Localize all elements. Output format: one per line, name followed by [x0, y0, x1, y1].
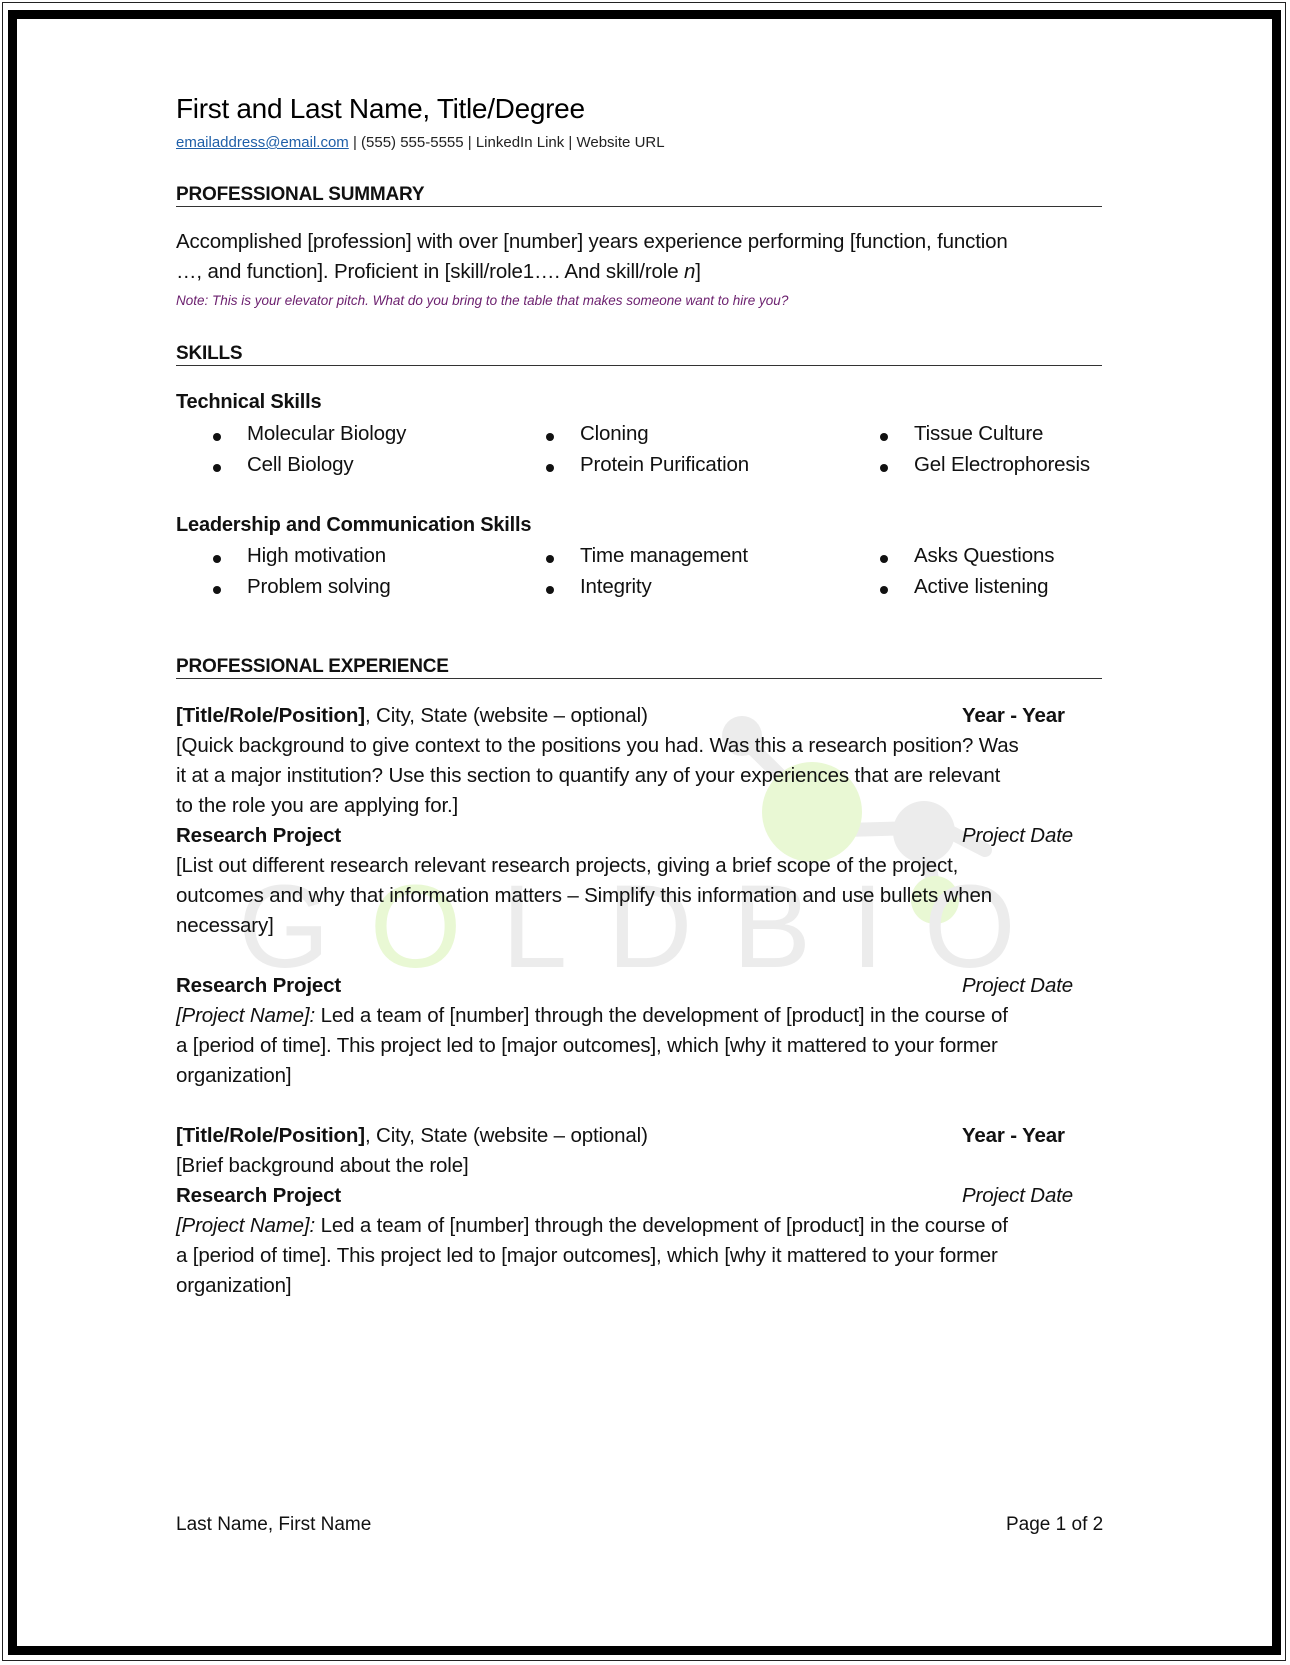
project-label: Research Project	[176, 824, 342, 847]
skill-item: Tissue Culture	[914, 422, 1044, 445]
project-description-line: [Project Name]: Led a team of [number] t…	[176, 1214, 1008, 1238]
candidate-name-title: First and Last Name, Title/Degree	[176, 93, 585, 124]
skill-item: Cell Biology	[247, 453, 354, 476]
position-background-line: it at a major institution? Use this sect…	[176, 764, 1001, 787]
leadership-skills-heading: Leadership and Communication Skills	[176, 514, 532, 536]
position-title: [Title/Role/Position]	[176, 704, 365, 727]
bullet-icon	[546, 464, 554, 472]
skill-item: Protein Purification	[580, 453, 750, 476]
project-description-line: organization]	[176, 1274, 292, 1297]
page-number: Page 1 of 2	[1006, 1514, 1104, 1535]
project-description-line: [Project Name]: Led a team of [number] t…	[176, 1004, 1008, 1028]
project-description-line: [List out different research relevant re…	[176, 854, 959, 877]
position-dates: Year - Year	[962, 704, 1065, 727]
bullet-icon	[213, 464, 221, 472]
summary-line-2: …, and function]. Proficient in [skill/r…	[176, 260, 701, 284]
bullet-icon	[546, 586, 554, 594]
skills-heading: SKILLS	[176, 343, 1102, 366]
skill-item: Molecular Biology	[247, 422, 407, 445]
position-location: , City, State (website – optional)	[364, 1124, 648, 1147]
summary-note: Note: This is your elevator pitch. What …	[176, 293, 789, 308]
summary-text: …, and function]. Proficient in [skill/r…	[176, 260, 684, 283]
skill-item: Time management	[580, 544, 748, 567]
bullet-icon	[213, 433, 221, 441]
project-description-line: a [period of time]. This project led to …	[176, 1244, 998, 1267]
project-date: Project Date	[962, 974, 1074, 997]
bullet-icon	[880, 464, 888, 472]
position-dates: Year - Year	[962, 1124, 1065, 1147]
position-location: , City, State (website – optional)	[364, 704, 648, 727]
skill-item: Cloning	[580, 422, 649, 445]
skill-item: Active listening	[914, 575, 1049, 598]
summary-text-end: ]	[695, 260, 701, 283]
skill-item: High motivation	[247, 544, 387, 567]
email-link[interactable]: emailaddress@email.com	[176, 134, 349, 151]
separator: |	[463, 134, 476, 151]
project-description-line: organization]	[176, 1064, 292, 1087]
position-title-line: [Title/Role/Position], City, State (webs…	[176, 1124, 648, 1148]
separator: |	[348, 134, 362, 151]
skill-item: Asks Questions	[914, 544, 1055, 567]
project-label: Research Project	[176, 974, 342, 997]
technical-skills-heading: Technical Skills	[176, 391, 322, 413]
project-name: [Project Name]:	[176, 1214, 316, 1237]
position-title-line: [Title/Role/Position], City, State (webs…	[176, 704, 648, 728]
professional-summary-heading: PROFESSIONAL SUMMARY	[176, 184, 1102, 207]
bullet-icon	[213, 586, 221, 594]
project-text: Led a team of [number] through the devel…	[315, 1214, 1008, 1237]
position-background-line: [Quick background to give context to the…	[176, 734, 1019, 757]
linkedin-link[interactable]: LinkedIn Link	[476, 134, 564, 151]
skill-item: Problem solving	[247, 575, 391, 598]
skill-item: Gel Electrophoresis	[914, 453, 1091, 476]
separator: |	[564, 134, 577, 151]
project-date: Project Date	[962, 1184, 1074, 1207]
summary-italic-n: n	[684, 260, 696, 283]
bullet-icon	[880, 586, 888, 594]
position-background-line: to the role you are applying for.]	[176, 794, 459, 817]
position-background-line: [Brief background about the role]	[176, 1154, 469, 1177]
project-name: [Project Name]:	[176, 1004, 316, 1027]
project-description-line: outcomes and why that information matter…	[176, 884, 993, 907]
website-link[interactable]: Website URL	[576, 134, 664, 151]
project-date: Project Date	[962, 824, 1074, 847]
bullet-icon	[880, 433, 888, 441]
phone-number: (555) 555-5555	[361, 134, 464, 151]
summary-line-1: Accomplished [profession] with over [num…	[176, 230, 1008, 253]
bullet-icon	[880, 555, 888, 563]
project-label: Research Project	[176, 1184, 342, 1207]
project-description-line: necessary]	[176, 914, 274, 937]
project-text: Led a team of [number] through the devel…	[315, 1004, 1008, 1027]
skill-item: Integrity	[580, 575, 652, 598]
bullet-icon	[546, 555, 554, 563]
contact-line: emailaddress@email.com | (555) 555-5555 …	[176, 134, 665, 151]
bullet-icon	[546, 433, 554, 441]
bullet-icon	[213, 555, 221, 563]
footer-name: Last Name, First Name	[176, 1514, 372, 1535]
project-description-line: a [period of time]. This project led to …	[176, 1034, 998, 1057]
position-title: [Title/Role/Position]	[176, 1124, 365, 1147]
professional-experience-heading: PROFESSIONAL EXPERIENCE	[176, 656, 1102, 679]
